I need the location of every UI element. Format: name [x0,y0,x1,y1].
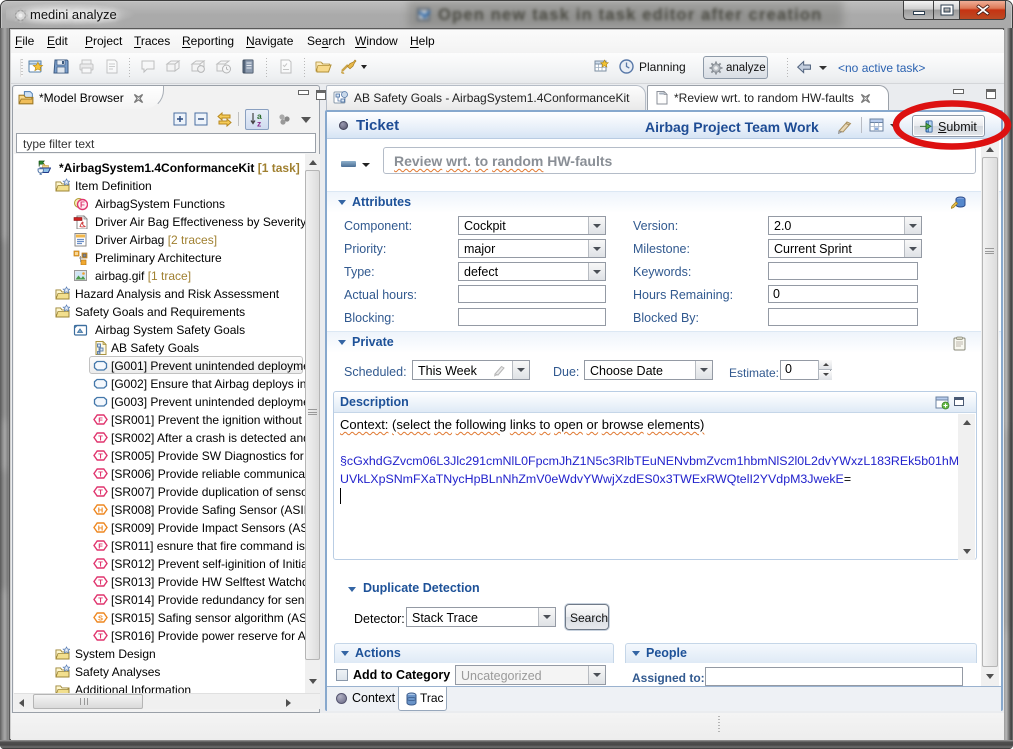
svg-text:S: S [98,614,103,623]
svg-text:F: F [98,416,103,425]
svg-text:H: H [98,506,103,515]
svg-text:T: T [98,578,103,587]
svg-text:T: T [98,434,103,443]
svg-text:T: T [98,470,103,479]
svg-text:T: T [98,632,103,641]
svg-text:T: T [98,560,103,569]
svg-text:F: F [98,542,103,551]
svg-text:T: T [98,452,103,461]
svg-text:T: T [98,596,103,605]
svg-text:T: T [98,488,103,497]
svg-text:z: z [257,119,261,129]
svg-text:H: H [98,524,103,533]
